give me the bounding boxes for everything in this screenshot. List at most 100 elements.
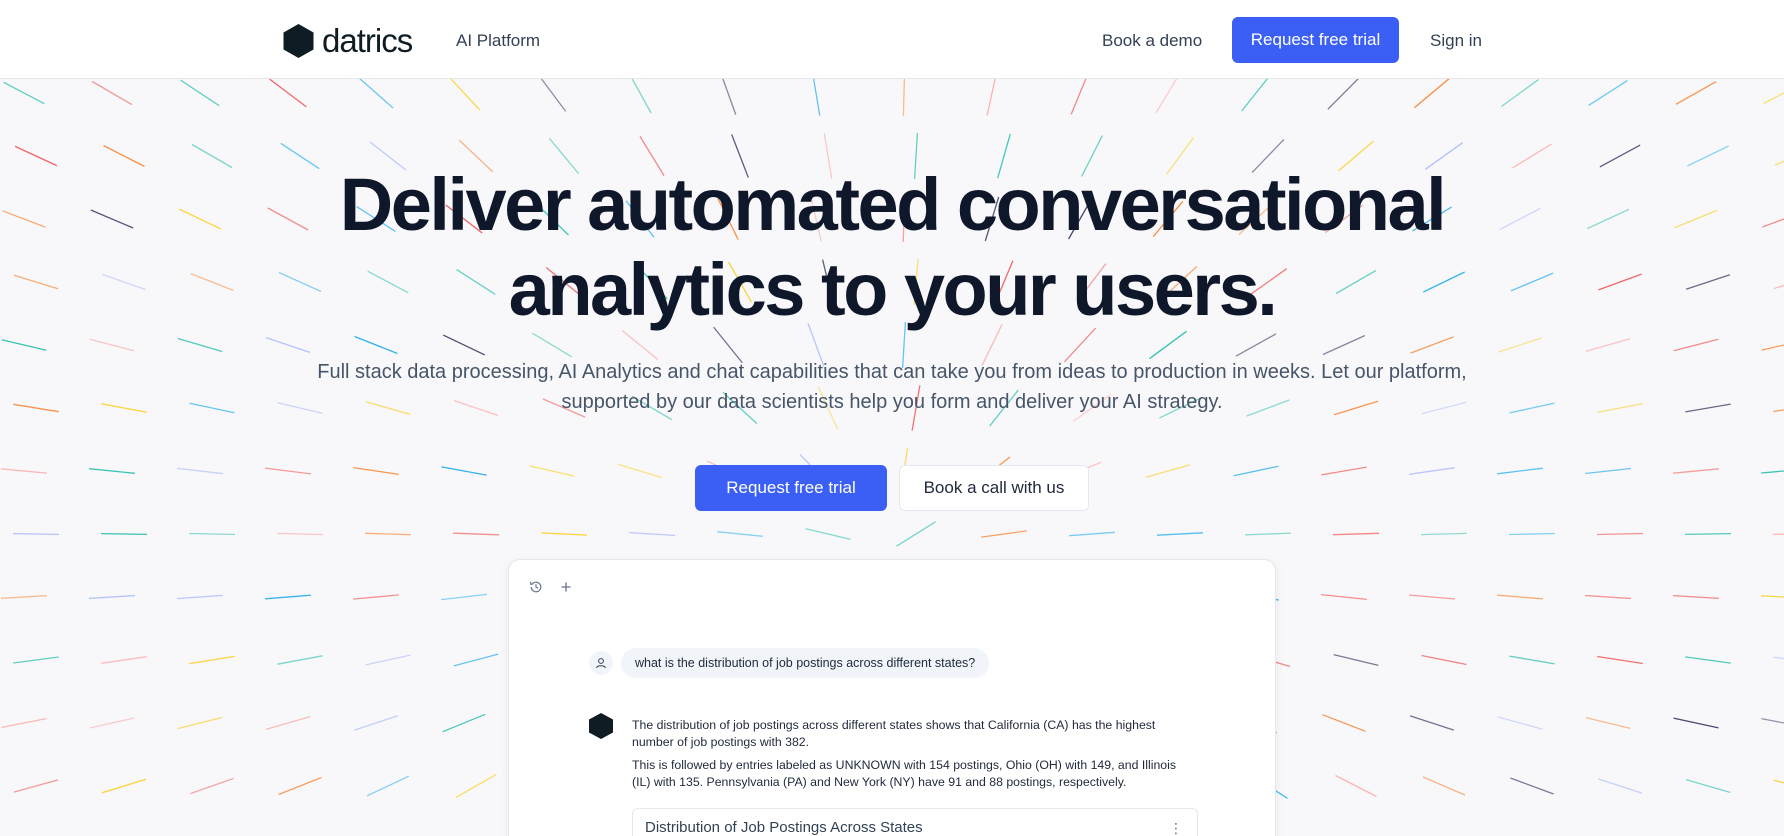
decorative-dash <box>1761 470 1784 474</box>
decorative-dash <box>1687 145 1729 167</box>
decorative-dash <box>90 209 134 229</box>
decorative-dash <box>1409 594 1455 600</box>
decorative-dash <box>986 79 996 116</box>
decorative-dash <box>1685 274 1731 290</box>
decorative-dash <box>1772 533 1784 536</box>
nav-book-demo-link[interactable]: Book a demo <box>1102 31 1202 51</box>
decorative-dash <box>628 531 676 537</box>
decorative-dash <box>1596 532 1644 536</box>
decorative-dash <box>103 144 145 168</box>
decorative-dash <box>1 468 47 474</box>
bot-hexagon-icon <box>589 713 613 739</box>
hero-subtitle: Full stack data processing, AI Analytics… <box>317 361 1467 413</box>
bot-answer-paragraph: This is followed by entries labeled as U… <box>632 758 1177 789</box>
decorative-dash <box>1675 81 1717 105</box>
decorative-dash <box>1773 284 1784 290</box>
decorative-dash <box>1 717 47 729</box>
decorative-dash <box>12 532 60 536</box>
decorative-dash <box>442 713 486 733</box>
decorative-dash <box>1497 594 1543 600</box>
decorative-dash <box>1069 531 1115 537</box>
decorative-dash <box>812 79 821 116</box>
decorative-dash <box>805 528 851 540</box>
decorative-dash <box>1244 532 1292 536</box>
decorative-dash <box>441 593 487 601</box>
decorative-dash <box>177 594 223 600</box>
decorative-dash <box>1501 79 1539 108</box>
decorative-dash <box>1413 79 1450 109</box>
decorative-dash <box>540 532 588 536</box>
decorative-dash <box>1684 532 1732 536</box>
decorative-dash <box>1585 594 1631 600</box>
decorative-dash <box>1674 209 1718 229</box>
decorative-dash <box>717 531 763 537</box>
decorative-dash <box>1509 402 1555 414</box>
decorative-dash <box>1761 344 1784 351</box>
user-avatar <box>589 651 613 675</box>
decorative-dash <box>1585 338 1631 352</box>
decorative-dash <box>89 717 135 729</box>
decorative-dash <box>1508 532 1556 536</box>
decorative-dash <box>1409 715 1455 731</box>
decorative-dash <box>1499 207 1541 231</box>
decorative-dash <box>441 466 487 476</box>
decorative-dash <box>1597 778 1643 794</box>
decorative-dash <box>101 656 147 664</box>
history-icon[interactable] <box>529 580 543 594</box>
decorative-dash <box>3 81 45 105</box>
decorative-dash <box>902 79 906 117</box>
decorative-dash <box>540 79 567 112</box>
decorative-dash <box>1070 79 1087 115</box>
decorative-dash <box>359 79 394 109</box>
decorative-dash <box>529 465 575 477</box>
decorative-dash <box>1762 218 1784 228</box>
decorative-dash <box>180 79 220 107</box>
decorative-dash <box>265 467 311 475</box>
decorative-dash <box>1327 79 1359 110</box>
decorative-dash <box>981 530 1027 538</box>
hero-title-line2: analytics to your users. <box>508 248 1278 331</box>
decorative-dash <box>189 402 235 414</box>
nav-request-trial-button[interactable]: Request free trial <box>1232 17 1399 63</box>
decorative-dash <box>1497 467 1543 475</box>
decorative-dash <box>354 335 398 355</box>
decorative-dash <box>14 145 58 167</box>
decorative-dash <box>722 79 737 115</box>
decorative-dash <box>1335 774 1377 798</box>
decorative-dash <box>364 532 412 536</box>
decorative-dash <box>1685 403 1731 413</box>
nav-ai-platform-link[interactable]: AI Platform <box>456 31 540 51</box>
hero-book-call-button[interactable]: Book a call with us <box>899 465 1089 511</box>
decorative-dash <box>276 532 324 536</box>
decorative-dash <box>1409 467 1455 475</box>
decorative-dash <box>1763 92 1784 105</box>
decorative-dash <box>1149 330 1187 360</box>
decorative-dash <box>365 654 411 666</box>
decorative-dash <box>1597 655 1643 665</box>
decorative-dash <box>896 521 936 547</box>
decorative-dash <box>1497 716 1543 730</box>
logo[interactable]: datrics <box>283 22 413 60</box>
decorative-dash <box>1332 532 1380 536</box>
decorative-dash <box>1672 594 1720 600</box>
decorative-dash <box>1773 409 1784 413</box>
chat-demo-card: what is the distribution of job postings… <box>508 559 1276 836</box>
decorative-dash <box>1773 779 1784 784</box>
decorative-dash <box>1761 717 1784 724</box>
decorative-dash <box>88 594 136 600</box>
plus-icon[interactable] <box>559 580 573 594</box>
hero-request-trial-button[interactable]: Request free trial <box>695 465 887 511</box>
hexagon-logo-icon <box>283 24 314 58</box>
nav-sign-in-link[interactable]: Sign in <box>1430 31 1482 51</box>
decorative-dash <box>1333 653 1379 667</box>
decorative-dash <box>442 334 486 356</box>
more-vertical-icon[interactable]: ⋮ <box>1169 821 1183 835</box>
decorative-dash <box>631 79 652 114</box>
decorative-dash <box>1322 334 1366 356</box>
decorative-dash <box>2 210 46 228</box>
decorative-dash <box>1422 776 1466 796</box>
decorative-dash <box>1235 333 1277 357</box>
decorative-dash <box>1 339 47 351</box>
decorative-dash <box>277 655 323 665</box>
decorative-dash <box>278 776 322 796</box>
